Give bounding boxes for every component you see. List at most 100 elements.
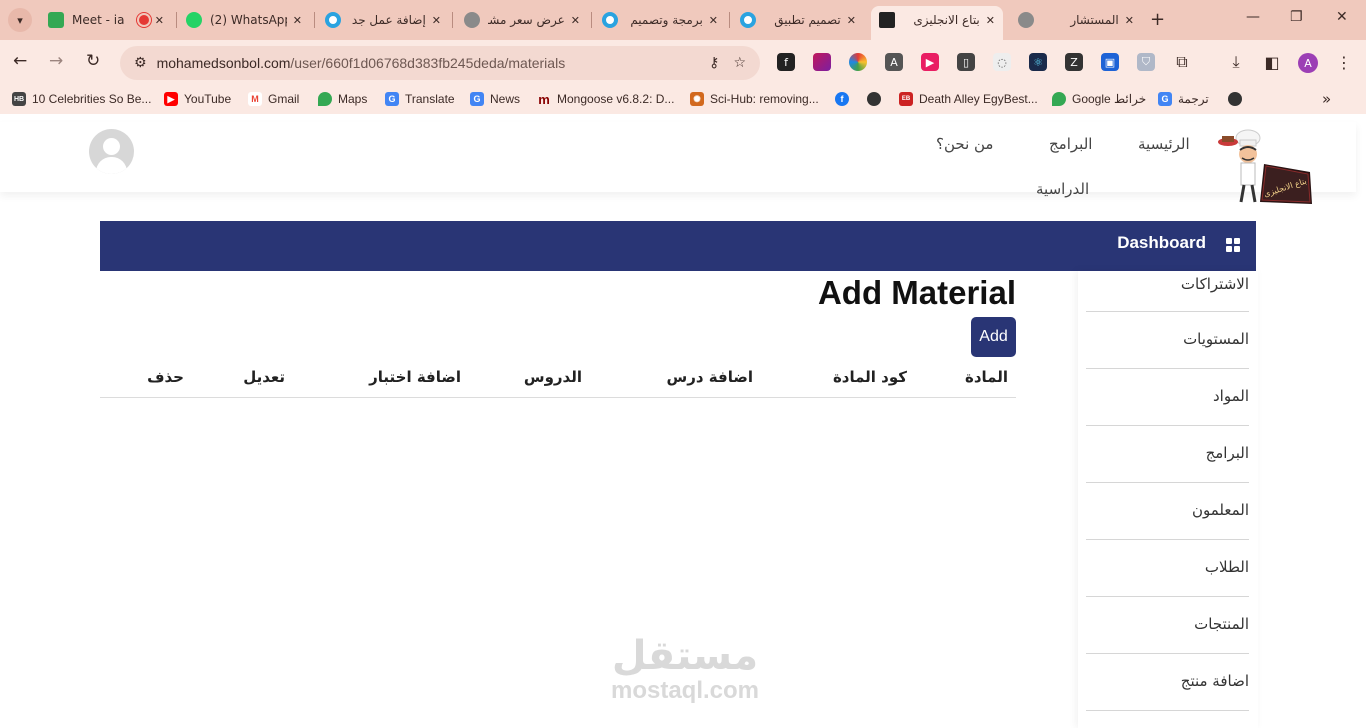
user-avatar[interactable] — [89, 129, 134, 174]
close-icon[interactable]: ✕ — [571, 14, 580, 27]
extension-ghost-icon[interactable]: ◌ — [993, 53, 1011, 71]
close-icon[interactable]: ✕ — [709, 14, 718, 27]
close-icon[interactable]: ✕ — [155, 14, 164, 27]
sidebar-item-students[interactable]: الطلاب — [1086, 540, 1249, 597]
bookmark-item[interactable]: M Gmail — [248, 92, 299, 106]
bookmark-item[interactable]: Maps — [318, 92, 367, 106]
tab-meet[interactable]: Meet - ia ✕ — [40, 6, 172, 34]
tab-title: المستشار — [1070, 13, 1119, 27]
download-icon[interactable]: ⤓ — [1227, 52, 1245, 71]
close-icon[interactable]: ✕ — [432, 14, 441, 27]
sidebar-item-programs[interactable]: البرامج — [1086, 426, 1249, 483]
bookmark-item[interactable]: ▶ YouTube — [164, 92, 231, 106]
bookmark-item[interactable]: G News — [470, 92, 520, 106]
bookmarks-bar: HB 10 Celebrities So Be... ▶ YouTube M Gmai… — [0, 86, 1366, 114]
bookmark-item[interactable]: G Translate — [385, 92, 455, 106]
extension-a-icon[interactable]: A — [885, 53, 903, 71]
dashboard-title[interactable]: Dashboard — [1117, 233, 1206, 253]
sidebar-item-levels[interactable]: المستويات — [1086, 312, 1249, 369]
nav-about-link[interactable]: من نحن؟ — [936, 135, 993, 153]
restore-icon[interactable]: ❐ — [1290, 9, 1303, 25]
bookmark-item[interactable]: G ترجمة — [1158, 92, 1209, 106]
tab-title: (2) WhatsApp — [210, 13, 287, 27]
sidebar-item-materials[interactable]: المواد — [1086, 369, 1249, 426]
reload-icon[interactable]: ↻ — [86, 51, 100, 71]
extension-z-icon[interactable]: Z — [1065, 53, 1083, 71]
key-icon[interactable]: ⚷ — [709, 55, 719, 71]
site-info-icon[interactable]: ⚙ — [134, 55, 147, 71]
sidebar-item-add-product[interactable]: اضافة منتج — [1086, 654, 1249, 711]
tab-active-site[interactable]: بتاع الانجليزى ✕ — [871, 6, 1003, 40]
tab-app-design[interactable]: تصميم تطبيق ✕ — [732, 6, 864, 34]
bookmark-item[interactable] — [867, 92, 887, 106]
tab-search-button[interactable]: ▾ — [8, 8, 32, 32]
nav-study-link[interactable]: الدراسية — [1036, 180, 1089, 198]
extension-phone-icon[interactable]: ▯ — [957, 53, 975, 71]
extension-color-wheel-icon[interactable] — [849, 53, 867, 71]
scihub-icon: ✺ — [690, 92, 704, 106]
globe-icon — [1018, 12, 1034, 28]
menu-kebab-icon[interactable]: ⋮ — [1335, 53, 1353, 72]
watermark-latin: mostaql.com — [610, 677, 760, 704]
bookmark-item[interactable] — [1228, 92, 1248, 106]
bookmark-item[interactable]: f — [835, 92, 855, 106]
tab-title: تصميم تطبيق — [774, 13, 841, 27]
bookmarks-overflow-icon[interactable]: » — [1322, 90, 1331, 108]
site-logo[interactable]: بتاع الانجليزى — [1214, 126, 1316, 208]
facebook-icon: f — [835, 92, 849, 106]
address-bar[interactable]: ⚙ mohamedsonbol.com/user/660f1d06768d383… — [120, 46, 760, 80]
bookmark-label: Gmail — [268, 92, 300, 106]
extension-screen-icon[interactable]: ▣ — [1101, 53, 1119, 71]
minimize-icon[interactable]: — — [1246, 9, 1260, 25]
avatar-body-shape — [96, 157, 127, 174]
url-path: /user/660f1d06768d383fb245deda/materials — [290, 55, 566, 71]
add-material-button[interactable]: Add — [971, 317, 1016, 357]
side-panel-icon[interactable]: ◧ — [1263, 53, 1281, 72]
bookmark-item[interactable]: HB 10 Celebrities So Be... — [12, 92, 151, 106]
bookmark-item[interactable]: ✺ Sci-Hub: removing... — [690, 92, 819, 106]
column-header-add-lesson: اضافة درس — [666, 368, 753, 386]
tab-consultant[interactable]: المستشار ✕ — [1010, 6, 1142, 34]
tab-whatsapp[interactable]: (2) WhatsApp ✕ — [178, 6, 310, 34]
sidebar-item-label: المعلمون — [1191, 501, 1249, 519]
tab-separator — [176, 12, 177, 28]
url-text[interactable]: mohamedsonbol.com/user/660f1d06768d383fb… — [157, 55, 710, 71]
window-close-icon[interactable]: ✕ — [1336, 9, 1348, 25]
tab-programming[interactable]: برمجة وتصميم ✕ — [594, 6, 726, 34]
sidebar-item-products[interactable]: المنتجات — [1086, 597, 1249, 654]
close-icon[interactable]: ✕ — [293, 14, 302, 27]
extension-formula-icon[interactable]: f — [777, 53, 795, 71]
bookmark-star-icon[interactable]: ☆ — [733, 55, 746, 71]
close-icon[interactable]: ✕ — [1125, 14, 1134, 27]
tab-quote[interactable]: عرض سعر مشر ✕ — [456, 6, 588, 34]
tab-add-work[interactable]: إضافة عمل جد ✕ — [317, 6, 449, 34]
browser-toolbar: ← → ↻ ⚙ mohamedsonbol.com/user/660f1d067… — [0, 40, 1366, 86]
extensions-puzzle-icon[interactable]: ⧉ — [1173, 52, 1191, 71]
back-arrow-icon[interactable]: ← — [13, 51, 27, 71]
bookmark-item[interactable]: m Mongoose v6.8.2: D... — [537, 92, 674, 107]
sidebar-item-teachers[interactable]: المعلمون — [1086, 483, 1249, 540]
column-header-edit: تعديل — [243, 368, 285, 386]
forward-arrow-icon[interactable]: → — [49, 51, 63, 71]
extension-shield-icon[interactable]: ⛉ — [1137, 53, 1155, 71]
nav-home-link[interactable]: الرئيسية — [1138, 135, 1190, 153]
sidebar-item-label: المنتجات — [1194, 615, 1249, 633]
avatar-head-shape — [103, 138, 120, 155]
bookmark-item[interactable]: EB Death Alley EgyBest... — [899, 92, 1038, 106]
react-devtools-icon[interactable]: ⚛ — [1029, 53, 1047, 71]
extension-gradient-icon[interactable] — [813, 53, 831, 71]
admin-sidebar: الاشتراكات المستويات المواد البرامج المع… — [1078, 271, 1258, 728]
sidebar-item-subscriptions[interactable]: الاشتراكات — [1086, 271, 1249, 312]
extension-play-icon[interactable]: ▶ — [921, 53, 939, 71]
bookmark-label: Death Alley EgyBest... — [919, 92, 1038, 106]
new-tab-button[interactable]: + — [1150, 9, 1165, 30]
close-icon[interactable]: ✕ — [847, 14, 856, 27]
sidebar-item-label: الاشتراكات — [1180, 275, 1249, 293]
globe-icon — [867, 92, 881, 106]
nav-programs-link[interactable]: البرامج — [1049, 135, 1092, 153]
translate-icon: G — [385, 92, 399, 106]
profile-avatar[interactable]: A — [1298, 53, 1318, 73]
egybest-icon: EB — [899, 92, 913, 106]
bookmark-item[interactable]: Google خرائط — [1052, 92, 1146, 106]
close-icon[interactable]: ✕ — [986, 14, 995, 27]
